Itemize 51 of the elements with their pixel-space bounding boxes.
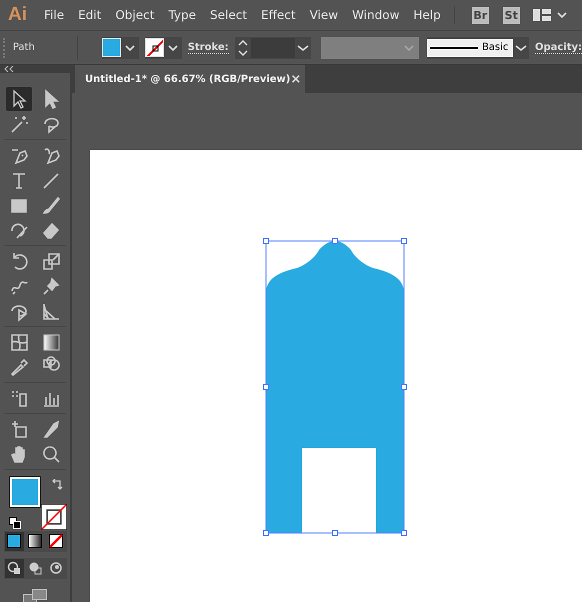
chevron-down-icon: [166, 42, 179, 52]
menu-item[interactable]: View: [302, 8, 346, 22]
menu-item[interactable]: Select: [203, 8, 254, 22]
fill-swatch-dropdown[interactable]: [102, 36, 139, 58]
chevron-down-icon: [512, 42, 529, 52]
color-mode-icon: [7, 534, 21, 548]
document-tab[interactable]: Untitled-1* @ 66.67% (RGB/Preview)×: [75, 65, 305, 93]
chevron-down-icon: [124, 42, 136, 52]
chevron-down-icon[interactable]: [556, 10, 568, 20]
zoom-icon: [40, 443, 62, 466]
swap-arrows-icon[interactable]: [51, 479, 63, 492]
stroke-weight-field[interactable]: [234, 36, 311, 58]
drawing-mode-button[interactable]: [4, 558, 24, 578]
normal-draw-icon: [7, 561, 21, 576]
color-mode-button[interactable]: [26, 532, 44, 551]
menu-item[interactable]: Object: [108, 8, 162, 22]
tool-button[interactable]: [6, 87, 32, 112]
menu-item[interactable]: Type: [161, 8, 203, 22]
chevron-down-icon: [294, 42, 311, 52]
app-launch-button[interactable]: St: [502, 6, 520, 24]
chevron-down-icon: [402, 42, 415, 52]
workspace-icon[interactable]: [532, 8, 551, 22]
behind-draw-icon: [28, 561, 42, 576]
stroke-label[interactable]: Stroke:: [188, 42, 229, 54]
menu-item[interactable]: Help: [406, 8, 448, 22]
scale-icon: [40, 250, 62, 272]
menu-item[interactable]: File: [37, 8, 72, 22]
eyedropper-icon: [8, 356, 30, 378]
fill-color-swatch[interactable]: [10, 477, 40, 508]
app-launch-button[interactable]: Br: [472, 6, 489, 24]
selection-type-label: Path: [12, 42, 35, 53]
close-tab-button[interactable]: ×: [290, 72, 302, 86]
default-colors-icon[interactable]: [9, 517, 21, 530]
inside-draw-icon: [49, 561, 63, 576]
gradient-mode-icon: [28, 534, 42, 548]
menu-item[interactable]: Effect: [254, 8, 303, 22]
stroke-none-swatch[interactable]: [41, 504, 67, 530]
mesh-icon: [8, 331, 30, 354]
brush-dropdown[interactable]: Basic: [426, 36, 529, 58]
menu-item[interactable]: Edit: [71, 8, 108, 22]
color-mode-button[interactable]: [46, 532, 66, 551]
document-title: Untitled-1* @ 66.67% (RGB/Preview): [85, 74, 290, 84]
color-mode-button[interactable]: [4, 532, 24, 551]
menu-item[interactable]: Window: [345, 8, 406, 22]
screen-mode-icon[interactable]: [23, 588, 47, 602]
app-logo: Ai: [8, 4, 27, 26]
opacity-label[interactable]: Opacity:: [534, 42, 582, 54]
stroke-swatch-dropdown[interactable]: [144, 36, 182, 58]
none-mode-icon: [49, 534, 63, 548]
paintbrush-icon: [40, 194, 62, 216]
collapse-icon[interactable]: [4, 66, 14, 72]
